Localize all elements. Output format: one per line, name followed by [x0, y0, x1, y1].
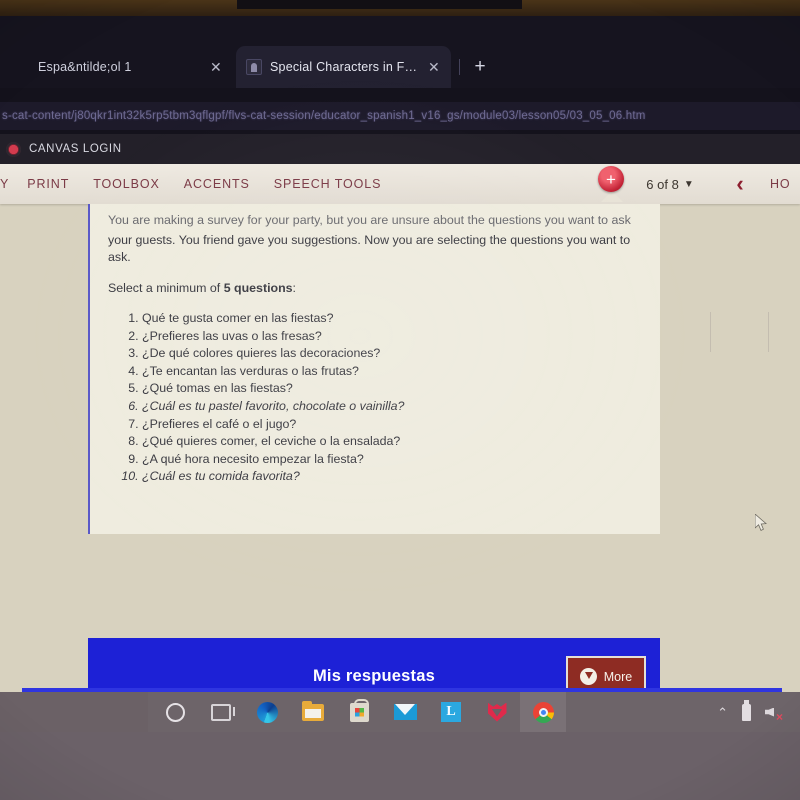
taskbar-start-zone[interactable] — [0, 692, 148, 732]
more-button[interactable]: More — [566, 656, 646, 692]
lesson-content-inner: You are making a survey for your party, … — [90, 204, 660, 534]
task-view-icon — [211, 703, 235, 721]
toolbar-separator-2 — [710, 312, 711, 352]
arrow-down-circle-icon — [579, 668, 597, 685]
page-selector-dropdown[interactable]: 6 of 8 ▼ — [630, 164, 710, 204]
chrome-icon — [532, 701, 554, 723]
list-item[interactable]: ¿Qué quieres comer, el ceviche o la ensa… — [142, 433, 642, 450]
taskbar-item-task-view[interactable] — [198, 692, 244, 732]
intro-paragraph-cut-line: You are making a survey for your party, … — [108, 213, 631, 227]
taskbar-item-chrome[interactable] — [520, 692, 566, 732]
taskbar-item-microsoft-store[interactable] — [336, 692, 382, 732]
more-button-label: More — [603, 669, 633, 684]
lockdown-browser-icon: L — [441, 702, 461, 722]
tab-label: Espa&ntilde;ol 1 — [38, 60, 132, 74]
url-text: s-cat-content/j80qkr1int32k5rp5tbm3qflgp… — [2, 110, 646, 122]
lesson-content-card: You are making a survey for your party, … — [88, 204, 660, 534]
page-selector-label: 6 of 8 — [646, 176, 679, 192]
toolbar-item-accents[interactable]: ACCENTS — [172, 164, 262, 204]
address-bar[interactable]: s-cat-content/j80qkr1int32k5rp5tbm3qflgp… — [0, 102, 800, 130]
bookmark-canvas-login[interactable]: CANVAS LOGIN — [29, 143, 122, 155]
speaker-muted-icon[interactable] — [765, 705, 783, 723]
select-prefix: Select a minimum of — [108, 280, 224, 295]
add-marker-button[interactable]: + — [598, 166, 624, 192]
close-icon[interactable]: ✕ — [427, 60, 441, 74]
toolbar-item-speech-tools[interactable]: SPEECH TOOLS — [262, 164, 394, 204]
list-item[interactable]: ¿Qué tomas en las fiestas? — [142, 380, 642, 397]
monitor-bezel-notch — [237, 0, 522, 9]
browser-chrome: Espa&ntilde;ol 1 ✕ Special Characters in… — [0, 16, 800, 164]
select-count: 5 questions — [223, 280, 293, 295]
tab-special-characters-in-french[interactable]: Special Characters in French ✕ — [236, 46, 451, 88]
lesson-page: Y PRINT TOOLBOX ACCENTS SPEECH TOOLS 6 o… — [0, 164, 800, 692]
list-item[interactable]: Qué te gusta comer en las fiestas? — [142, 310, 642, 327]
taskbar-item-mail[interactable] — [382, 692, 428, 732]
lesson-toolbar: Y PRINT TOOLBOX ACCENTS SPEECH TOOLS 6 o… — [0, 164, 800, 204]
select-minimum-line: Select a minimum of 5 questions: — [108, 280, 642, 298]
taskbar-item-edge[interactable] — [244, 692, 290, 732]
tab-strip: Espa&ntilde;ol 1 ✕ Special Characters in… — [0, 46, 800, 88]
close-icon[interactable]: ✕ — [209, 60, 223, 74]
plus-marker-caret — [601, 191, 623, 202]
list-item[interactable]: ¿Prefieres las uvas o las fresas? — [142, 328, 642, 345]
home-button[interactable]: HO — [770, 164, 800, 204]
canvas-logo-icon — [6, 141, 21, 157]
page-background-left — [0, 204, 88, 692]
banner-title: Mis respuestas — [312, 667, 436, 685]
chevron-up-icon[interactable]: ⌃ — [717, 706, 728, 719]
new-tab-button[interactable]: + — [468, 55, 492, 79]
screen-area: Espa&ntilde;ol 1 ✕ Special Characters in… — [0, 16, 800, 692]
usb-device-icon[interactable] — [742, 699, 751, 721]
list-item[interactable]: ¿Cuál es tu pastel favorito, chocolate o… — [142, 398, 642, 415]
search-icon — [165, 702, 185, 722]
toolbar-item-toolbox[interactable]: TOOLBOX — [81, 164, 172, 204]
intro-paragraph: your guests. You friend gave you suggest… — [108, 232, 631, 265]
system-tray: ⌃ — [717, 692, 783, 732]
favicon-icon — [246, 59, 262, 75]
mail-icon — [393, 704, 417, 720]
list-item[interactable]: ¿Cuál es tu comida favorita? — [142, 468, 642, 485]
file-explorer-icon — [302, 700, 324, 721]
lesson-toolbar-left-group: Y PRINT TOOLBOX ACCENTS SPEECH TOOLS — [0, 164, 393, 204]
taskbar-icon-group: L — [152, 692, 566, 732]
taskbar-item-security[interactable] — [474, 692, 520, 732]
page-background-right — [660, 204, 800, 692]
toolbar-separator-3 — [768, 312, 769, 352]
back-button[interactable]: ‹ — [712, 164, 768, 204]
tab-espanol-1[interactable]: Espa&ntilde;ol 1 ✕ — [28, 46, 233, 88]
list-item[interactable]: ¿A qué hora necesito empezar la fiesta? — [142, 451, 642, 468]
toolbar-item-cut[interactable]: Y — [0, 164, 15, 204]
list-item[interactable]: ¿De qué colores quieres las decoraciones… — [142, 345, 642, 362]
taskbar-item-search[interactable] — [152, 692, 198, 732]
taskbar-item-file-explorer[interactable] — [290, 692, 336, 732]
antivirus-shield-icon — [488, 703, 507, 722]
tab-label: Special Characters in French — [270, 60, 419, 74]
photographed-screen-scene: Espa&ntilde;ol 1 ✕ Special Characters in… — [0, 0, 800, 800]
bookmarks-bar: CANVAS LOGIN — [0, 134, 800, 164]
microsoft-store-icon — [349, 698, 369, 722]
mis-respuestas-banner: Mis respuestas More — [88, 638, 660, 692]
list-item[interactable]: ¿Prefieres el café o el jugo? — [142, 416, 642, 433]
chevron-down-icon: ▼ — [683, 178, 694, 190]
tab-partial-left[interactable] — [0, 46, 28, 88]
list-item[interactable]: ¿Te encantan las verduras o las frutas? — [142, 363, 642, 380]
taskbar-item-lockdown-browser[interactable]: L — [428, 692, 474, 732]
question-list: Qué te gusta comer en las fiestas? ¿Pref… — [108, 310, 642, 485]
edge-icon — [256, 701, 278, 723]
tab-divider — [459, 59, 460, 75]
select-suffix: : — [292, 280, 296, 295]
toolbar-item-print[interactable]: PRINT — [15, 164, 81, 204]
mouse-cursor — [755, 514, 767, 531]
